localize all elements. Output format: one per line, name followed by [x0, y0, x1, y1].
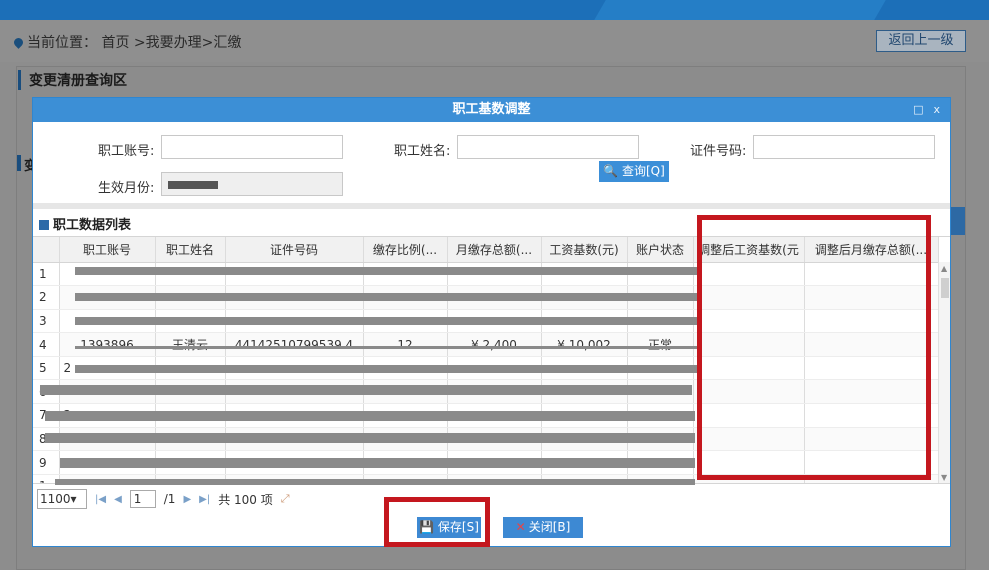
- first-page-icon[interactable]: |◀: [95, 494, 106, 505]
- dialog-title-bar: 职工基数调整 □ x: [33, 98, 950, 122]
- list-icon: [39, 220, 49, 230]
- location-pin-icon: [12, 36, 25, 49]
- grid-scrollbar[interactable]: ▲ ▼: [938, 262, 950, 483]
- page-count: /1: [163, 492, 176, 506]
- col-rownum: [33, 237, 60, 263]
- name-label: 职工姓名:: [394, 144, 451, 159]
- back-button[interactable]: 返回上一级: [876, 30, 966, 52]
- next-page-icon[interactable]: ▶: [183, 494, 191, 505]
- redaction-bar: [75, 365, 697, 373]
- col-id[interactable]: 证件号码: [225, 237, 364, 263]
- last-page-icon[interactable]: ▶|: [199, 494, 210, 505]
- acct-input[interactable]: [161, 135, 343, 159]
- list-title: 职工数据列表: [39, 214, 131, 233]
- pager: 1100▾ |◀ ◀ 1 /1 ▶ ▶| 共 100 项 ⤢: [37, 489, 290, 509]
- month-label: 生效月份:: [98, 181, 155, 196]
- background-tab: [951, 207, 965, 235]
- divider: [33, 203, 950, 209]
- name-input[interactable]: [457, 135, 639, 159]
- fullscreen-icon[interactable]: ⤢: [281, 492, 290, 506]
- scroll-down-icon[interactable]: ▼: [941, 473, 947, 482]
- highlight-adjust-columns: [697, 215, 931, 480]
- redaction-bar: [75, 267, 697, 275]
- location-prefix: 当前位置：: [27, 35, 97, 51]
- col-total[interactable]: 月缴存总额(...: [447, 237, 542, 263]
- redaction-bar: [75, 346, 697, 349]
- location-bar: 当前位置： 首页 >我要办理>汇缴 返回上一级: [0, 20, 989, 62]
- section-title-change-list: 变更清册查询区: [18, 70, 127, 90]
- total-items: 共 100 项: [218, 492, 273, 507]
- close-icon[interactable]: x: [933, 103, 940, 116]
- location-path: 首页 >我要办理>汇缴: [101, 35, 242, 51]
- redaction-bar: [45, 411, 695, 421]
- col-acct[interactable]: 职工账号: [59, 237, 156, 263]
- id-label: 证件号码:: [690, 144, 747, 159]
- redaction-bar: [75, 317, 697, 325]
- redaction-bar: [75, 293, 697, 301]
- top-banner: [0, 0, 989, 20]
- close-x-icon: ✕: [515, 520, 526, 534]
- col-status[interactable]: 账户状态: [627, 237, 694, 263]
- prev-page-icon[interactable]: ◀: [114, 494, 122, 505]
- close-button[interactable]: ✕ 关闭[B]: [503, 517, 583, 538]
- col-ratio[interactable]: 缴存比例(...: [363, 237, 448, 263]
- acct-label: 职工账号:: [98, 144, 155, 159]
- section-marker: [17, 155, 21, 171]
- redaction-bar: [55, 479, 695, 485]
- page-size-select[interactable]: 1100▾: [37, 489, 87, 509]
- redaction-bar: [45, 433, 695, 443]
- redaction-bar: [60, 458, 695, 468]
- maximize-icon[interactable]: □: [913, 103, 923, 116]
- scroll-thumb[interactable]: [941, 278, 949, 298]
- id-input[interactable]: [753, 135, 935, 159]
- col-wage[interactable]: 工资基数(元): [541, 237, 628, 263]
- query-button[interactable]: 🔍 查询[Q]: [599, 161, 669, 182]
- redaction-bar: [40, 385, 692, 395]
- month-input[interactable]: [161, 172, 343, 196]
- page-input[interactable]: 1: [129, 490, 156, 508]
- col-name[interactable]: 职工姓名: [155, 237, 226, 263]
- scroll-up-icon[interactable]: ▲: [941, 264, 947, 273]
- dialog-title: 职工基数调整: [452, 102, 531, 117]
- highlight-save-button: [384, 497, 490, 547]
